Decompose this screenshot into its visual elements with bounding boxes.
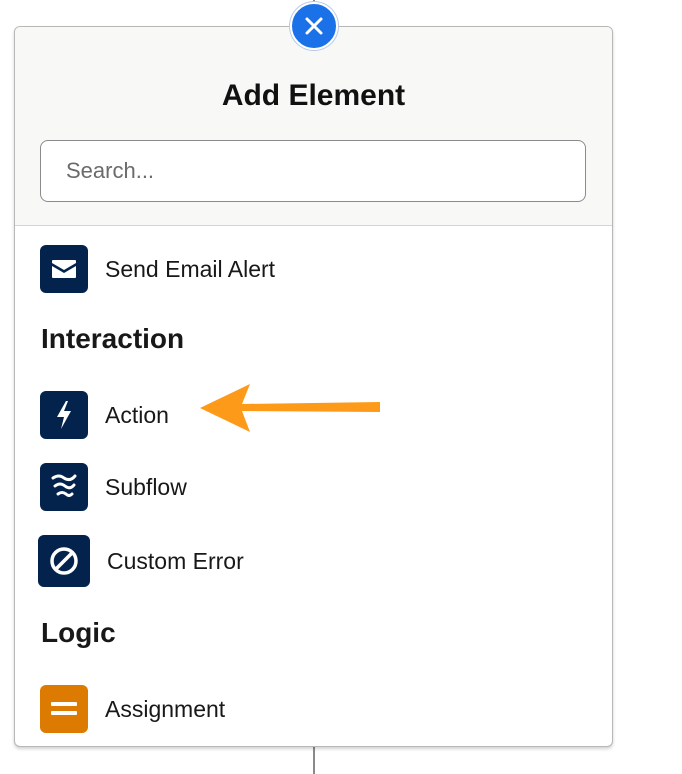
element-label: Subflow [105, 473, 187, 500]
close-button[interactable] [290, 2, 338, 50]
element-subflow[interactable]: Subflow [40, 463, 187, 511]
element-label: Custom Error [107, 547, 244, 574]
subflow-icon [40, 463, 88, 511]
section-heading-interaction: Interaction [41, 323, 185, 354]
element-assignment[interactable]: Assignment [40, 685, 225, 733]
flow-connector-bottom [313, 747, 315, 774]
panel-header: Add Element [15, 27, 612, 226]
section-heading-logic: Logic [41, 617, 116, 648]
prohibited-icon [38, 535, 90, 587]
envelope-icon [40, 245, 88, 293]
element-action[interactable]: Action [40, 391, 169, 439]
lightning-bolt-icon [40, 391, 88, 439]
close-icon [305, 17, 323, 35]
element-send-email-alert[interactable]: Send Email Alert [40, 245, 275, 293]
element-label: Assignment [105, 695, 226, 722]
search-input[interactable] [40, 140, 586, 202]
element-label: Action [105, 401, 169, 428]
element-label: Send Email Alert [105, 255, 276, 282]
element-custom-error[interactable]: Custom Error [38, 535, 244, 587]
orange-arrow-icon [200, 384, 380, 432]
equals-icon [40, 685, 88, 733]
panel-title: Add Element [221, 79, 406, 112]
